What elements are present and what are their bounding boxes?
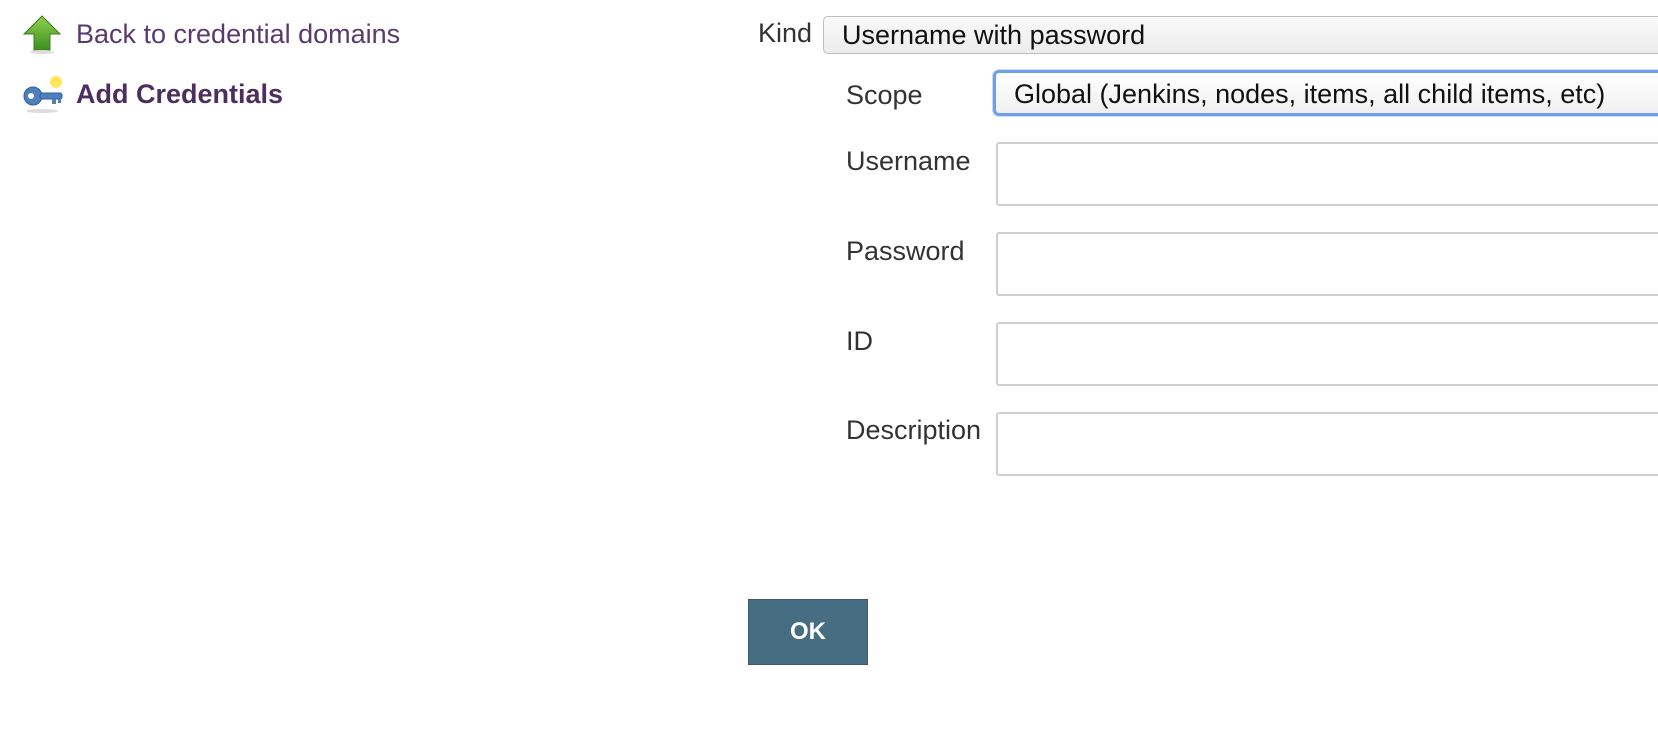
username-field[interactable] bbox=[996, 142, 1658, 206]
scope-select[interactable]: Global (Jenkins, nodes, items, all child… bbox=[993, 70, 1658, 116]
sidebar-item-label: Back to credential domains bbox=[76, 18, 401, 49]
sidebar-item-label: Add Credentials bbox=[76, 78, 284, 109]
back-to-credential-domains-link[interactable]: Back to credential domains bbox=[22, 14, 400, 54]
kind-select[interactable]: Username with password bbox=[823, 16, 1658, 54]
description-label: Description bbox=[846, 415, 982, 445]
scope-label: Scope bbox=[846, 80, 923, 110]
credentials-page: Back to credential domains Add Credentia… bbox=[0, 0, 1658, 752]
password-field[interactable] bbox=[996, 232, 1658, 296]
key-icon bbox=[22, 74, 63, 114]
add-credentials-link[interactable]: Add Credentials bbox=[22, 74, 283, 114]
username-label: Username bbox=[846, 146, 971, 176]
id-label: ID bbox=[846, 326, 873, 356]
ok-button[interactable]: OK bbox=[748, 599, 868, 665]
kind-label: Kind bbox=[758, 18, 813, 48]
password-label: Password bbox=[846, 236, 965, 266]
up-arrow-icon bbox=[22, 14, 62, 54]
id-field[interactable] bbox=[996, 322, 1658, 386]
description-field[interactable] bbox=[996, 412, 1658, 476]
